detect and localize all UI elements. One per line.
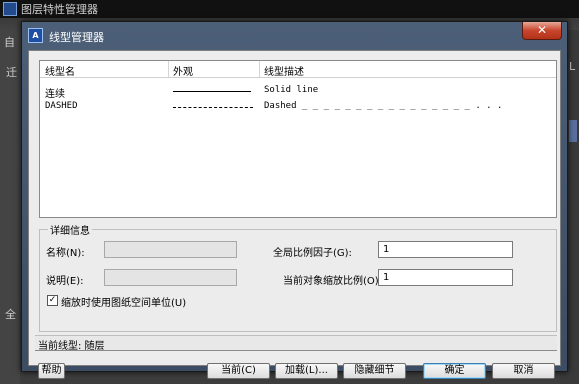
linetype-description: Solid line	[264, 85, 319, 95]
background-scrollbar-thumb	[569, 120, 577, 142]
list-header: 线型名 外观 线型描述	[40, 61, 556, 78]
list-item[interactable]: 连续 Solid line	[40, 83, 556, 100]
column-separator[interactable]	[168, 61, 169, 77]
description-label: 说明(E):	[46, 276, 84, 287]
current-scale-label: 当前对象缩放比例(O):	[283, 276, 383, 287]
column-separator[interactable]	[259, 61, 260, 77]
autocad-icon	[3, 2, 17, 16]
cancel-button[interactable]: 取消	[492, 363, 555, 379]
background-text-fragment: L	[569, 60, 576, 73]
background-window-title: 图层特性管理器	[21, 3, 98, 16]
background-text-fragment: 迁	[6, 66, 17, 79]
linetype-appearance-dashed	[173, 107, 253, 108]
current-scale-field[interactable]: 1	[378, 269, 513, 286]
column-header-appearance[interactable]: 外观	[173, 63, 193, 78]
background-text-fragment: 自	[4, 36, 15, 49]
background-text-fragment: 全	[5, 308, 16, 321]
help-button[interactable]: 帮助	[38, 363, 65, 379]
current-linetype-bar: 当前线型: 随层	[35, 335, 557, 352]
details-group-title: 详细信息	[48, 222, 92, 237]
linetype-manager-dialog: A 线型管理器 ✕ 线型名 外观 线型描述 连续 Solid line DASH…	[21, 21, 568, 379]
dialog-title: 线型管理器	[49, 31, 104, 44]
column-header-description[interactable]: 线型描述	[264, 63, 304, 78]
linetype-description: Dashed _ _ _ _ _ _ _ _ _ _ _ _ _ _ _ _ .…	[264, 101, 503, 111]
background-left-panel	[0, 30, 20, 384]
autocad-icon: A	[28, 28, 43, 43]
current-button[interactable]: 当前(C)	[207, 363, 270, 379]
name-label: 名称(N):	[46, 248, 85, 259]
description-field[interactable]	[104, 269, 237, 286]
current-linetype-text: 当前线型: 随层	[38, 341, 105, 352]
global-scale-field[interactable]: 1	[378, 241, 513, 258]
name-field[interactable]	[104, 241, 237, 258]
linetype-appearance-solid	[173, 91, 251, 92]
load-button[interactable]: 加载(L)...	[275, 363, 338, 379]
paper-space-checkbox[interactable]: ✓	[47, 295, 58, 306]
paper-space-label: 缩放时使用图纸空间单位(U)	[61, 298, 187, 309]
hide-details-button[interactable]: 隐藏细节	[343, 363, 406, 379]
linetype-name: 连续	[45, 89, 65, 100]
dialog-client-area: 线型名 外观 线型描述 连续 Solid line DASHED Dashed …	[28, 50, 561, 379]
linetype-name: DASHED	[45, 101, 78, 111]
global-scale-label: 全局比例因子(G):	[273, 248, 352, 259]
close-button[interactable]: ✕	[522, 22, 562, 40]
background-title-bar: 图层特性管理器	[0, 0, 579, 18]
column-header-name[interactable]: 线型名	[45, 63, 75, 78]
ok-button[interactable]: 确定	[423, 363, 486, 379]
details-group: 详细信息 名称(N): 说明(E): 全局比例因子(G): 1 当前对象缩放比例…	[39, 222, 557, 332]
list-item[interactable]: DASHED Dashed _ _ _ _ _ _ _ _ _ _ _ _ _ …	[40, 99, 556, 115]
linetype-list[interactable]: 线型名 外观 线型描述 连续 Solid line DASHED Dashed …	[39, 60, 557, 218]
